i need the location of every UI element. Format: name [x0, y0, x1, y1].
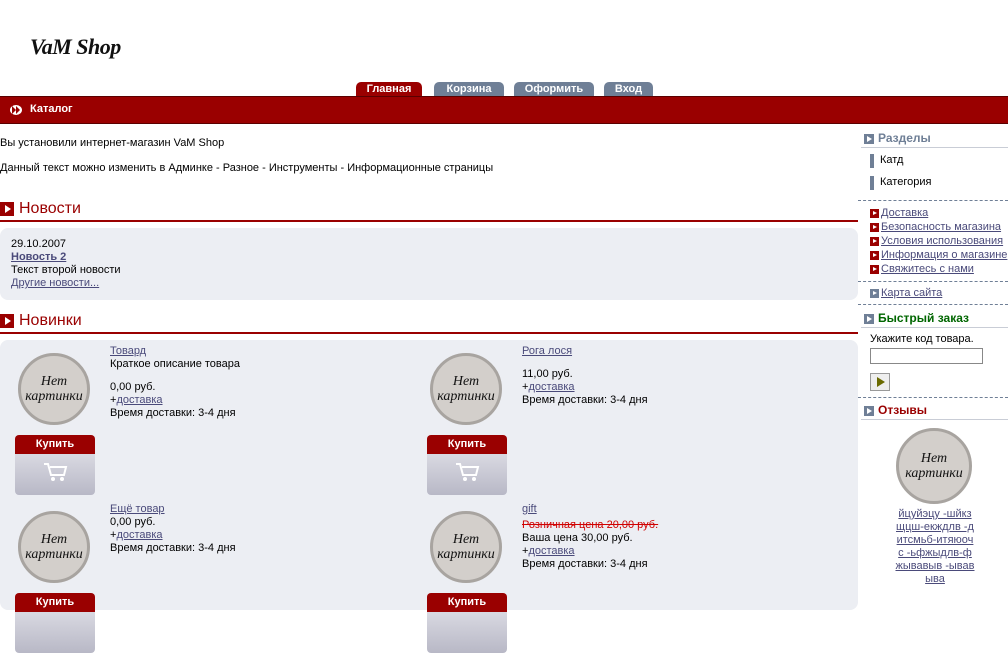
buy-button[interactable]: Купить [15, 593, 95, 653]
product-desc: Краткое описание товара [110, 358, 241, 370]
product-info: Товард Краткое описание товара 0,00 руб.… [110, 345, 240, 420]
sidebar-category-1[interactable]: Катд [870, 154, 903, 168]
news-date: 29.10.2007 [11, 238, 67, 250]
delivery-link[interactable]: доставка [116, 394, 162, 406]
product-name-link[interactable]: Рога лося [522, 345, 572, 357]
news-text: Текст второй новости [11, 264, 121, 276]
arrow-icon [0, 314, 14, 328]
quick-order-submit-button[interactable] [870, 373, 890, 391]
product-code-input[interactable] [870, 348, 983, 364]
quick-order-title: Быстрый заказ [878, 311, 969, 325]
arrow-icon [0, 202, 14, 216]
cart-icon [44, 463, 68, 481]
sections-heading-title: Разделы [878, 131, 931, 145]
product-image[interactable]: Нет картинки [18, 511, 90, 583]
new-products-heading-title: Новинки [19, 312, 82, 329]
product-name-link[interactable]: gift [522, 503, 537, 515]
buy-button-label: Купить [427, 435, 507, 454]
divider [858, 200, 1008, 201]
more-news-link[interactable]: Другие новости... [11, 277, 99, 289]
arrow-icon [870, 237, 879, 246]
product-image[interactable]: Нет картинки [430, 511, 502, 583]
arrow-icon [864, 314, 874, 324]
delivery-time: Время доставки: 3-4 дня [110, 407, 236, 419]
info-link-label[interactable]: Доставка [881, 207, 928, 219]
old-price: Розничная цена 20,00 руб. [522, 519, 659, 531]
review-product-image[interactable]: Нет картинки [896, 428, 972, 504]
product-info: gift Розничная цена 20,00 руб. Ваша цена… [522, 503, 658, 571]
buy-button-label: Купить [15, 435, 95, 454]
sidebar-category-2[interactable]: Категория [870, 176, 931, 190]
delivery-time: Время доставки: 3-4 дня [522, 394, 648, 406]
catalog-bar: Каталог [0, 96, 1008, 124]
product-name-link[interactable]: Товард [110, 345, 146, 357]
news-heading-title: Новости [19, 200, 81, 217]
arrow-icon [864, 406, 874, 416]
product-price: 0,00 руб. [110, 516, 156, 528]
tab-home[interactable]: Главная [356, 82, 422, 97]
arrow-icon [864, 134, 874, 144]
info-link-label[interactable]: Информация о магазине [881, 249, 1007, 261]
delivery-link[interactable]: доставка [528, 381, 574, 393]
reviews-heading: Отзывы [861, 403, 1008, 420]
double-arrow-icon [10, 105, 22, 115]
product-info: Ещё товар 0,00 руб. +доставка Время дост… [110, 503, 236, 555]
quick-order-hint: Укажите код товара. [870, 333, 974, 345]
delivery-time: Время доставки: 3-4 дня [522, 558, 648, 570]
news-title-link[interactable]: Новость 2 [11, 251, 66, 263]
cart-icon [456, 463, 480, 481]
product-info: Рога лося 11,00 руб. +доставка Время дос… [522, 345, 648, 407]
buy-button-label: Купить [15, 593, 95, 612]
info-link-label[interactable]: Безопасность магазина [881, 221, 1001, 233]
info-link-label[interactable]: Свяжитесь с нами [881, 263, 974, 275]
news-heading: Новости [0, 200, 858, 222]
reviews-title: Отзывы [878, 403, 928, 417]
review-text-link[interactable]: йцуйэцу -шйкзщцш-екждлв -дитсмьб-итяюочс… [895, 508, 975, 586]
quick-order-heading: Быстрый заказ [861, 311, 1008, 328]
product-image[interactable]: Нет картинки [430, 353, 502, 425]
delivery-link[interactable]: доставка [528, 545, 574, 557]
tab-login[interactable]: Вход [604, 82, 653, 97]
arrow-icon [870, 223, 879, 232]
buy-button[interactable]: Купить [427, 435, 507, 495]
product-image[interactable]: Нет картинки [18, 353, 90, 425]
arrow-icon [870, 209, 879, 218]
catalog-link[interactable]: Каталог [30, 103, 73, 115]
delivery-time: Время доставки: 3-4 дня [110, 542, 236, 554]
divider [858, 397, 1008, 398]
arrow-icon [870, 251, 879, 260]
intro-text: Вы установили интернет-магазин VaM Shop [0, 137, 225, 149]
delivery-link[interactable]: доставка [116, 529, 162, 541]
tab-cart[interactable]: Корзина [434, 82, 504, 97]
info-link-label[interactable]: Условия использования [881, 235, 1003, 247]
site-logo[interactable]: VaM Shop [30, 34, 121, 60]
divider [858, 304, 1008, 305]
product-price: 11,00 руб. [522, 368, 573, 380]
new-products-heading: Новинки [0, 312, 858, 334]
sections-heading: Разделы [861, 131, 1008, 148]
divider [858, 281, 1008, 282]
product-price: Ваша цена 30,00 руб. [522, 532, 633, 544]
sitemap-link-label[interactable]: Карта сайта [881, 287, 942, 299]
product-price: 0,00 руб. [110, 381, 156, 393]
arrow-icon [870, 289, 879, 298]
buy-button[interactable]: Купить [15, 435, 95, 495]
intro-text-2: Данный текст можно изменить в Админке - … [0, 162, 494, 174]
product-name-link[interactable]: Ещё товар [110, 503, 165, 515]
buy-button[interactable]: Купить [427, 593, 507, 653]
buy-button-label: Купить [427, 593, 507, 612]
news-panel: 29.10.2007 Новость 2 Текст второй новост… [0, 228, 858, 300]
arrow-icon [870, 265, 879, 274]
tab-checkout[interactable]: Оформить [514, 82, 594, 97]
